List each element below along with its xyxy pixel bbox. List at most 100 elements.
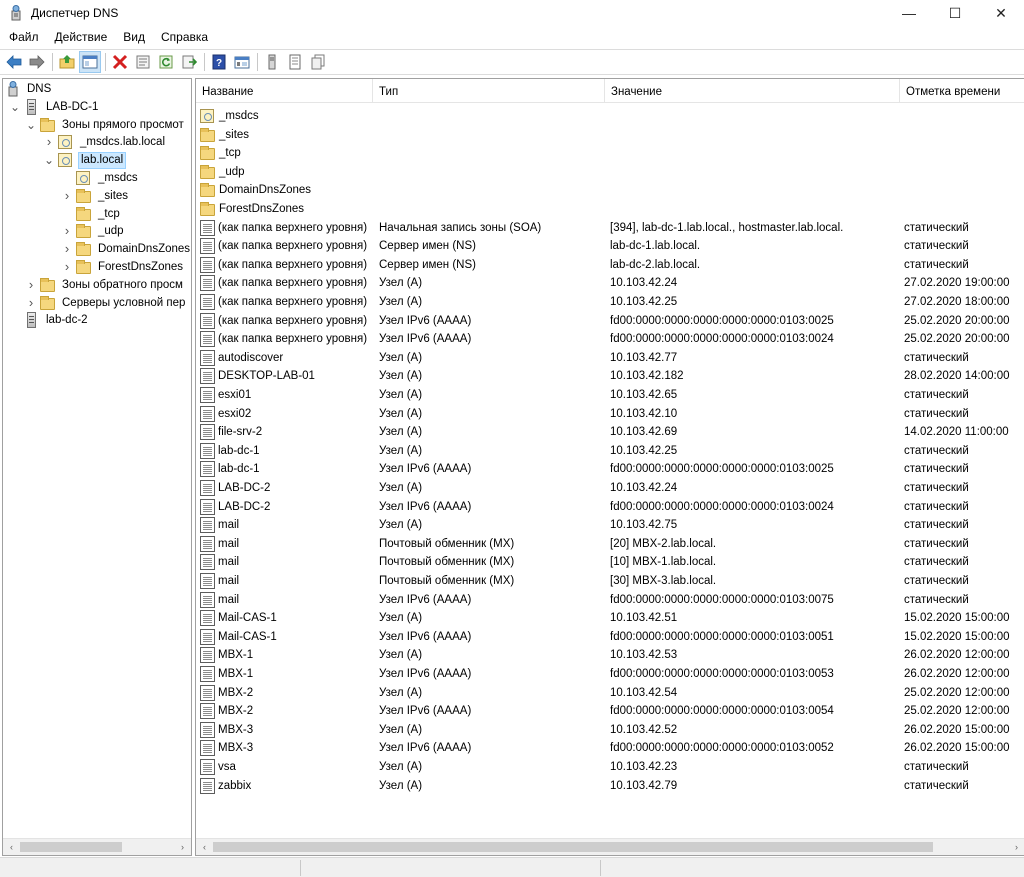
list-row[interactable]: mail Почтовый обменник (MX) [30] MBX-3.lab…: [196, 572, 1024, 591]
list-row[interactable]: MBX-1 Узел IPv6 (AAAA) fd00:0000:0000:0000…: [196, 665, 1024, 684]
scroll-right-arrow-icon[interactable]: ›: [174, 839, 191, 855]
menu-view[interactable]: Вид: [115, 27, 153, 47]
tree-item[interactable]: › _sites: [61, 187, 130, 205]
scroll-thumb[interactable]: [213, 842, 933, 852]
list-row[interactable]: (как папка верхнего уровня) Сервер имен (…: [196, 237, 1024, 256]
tree-item[interactable]: › Зоны обратного просм: [25, 276, 185, 294]
tree-item[interactable]: DNS: [5, 80, 53, 98]
list-row[interactable]: (как папка верхнего уровня) Узел (A) 10.10…: [196, 293, 1024, 312]
list-row[interactable]: (как папка верхнего уровня) Сервер имен (…: [196, 256, 1024, 275]
scroll-left-arrow-icon[interactable]: ‹: [196, 839, 213, 855]
list-row[interactable]: Mail-CAS-1 Узел IPv6 (AAAA) fd00:0000:0000…: [196, 628, 1024, 647]
back-arrow-icon[interactable]: [3, 51, 25, 73]
menu-file[interactable]: Файл: [0, 27, 47, 47]
list-row[interactable]: autodiscover Узел (A) 10.103.42.77 статичес…: [196, 349, 1024, 368]
records-list[interactable]: Название Тип Значение Отметка времени _m…: [195, 78, 1024, 856]
list-row[interactable]: MBX-2 Узел (A) 10.103.42.54 25.02.2020 12:0…: [196, 684, 1024, 703]
collapsed-chevron-icon[interactable]: ›: [25, 276, 37, 294]
list-row[interactable]: lab-dc-1 Узел (A) 10.103.42.25 статический: [196, 442, 1024, 461]
server-icon[interactable]: [261, 51, 283, 73]
expanded-chevron-icon[interactable]: ⌄: [9, 98, 21, 116]
list-row[interactable]: _sites: [196, 126, 1024, 145]
tree-item[interactable]: › Серверы условной пер: [25, 294, 187, 312]
record-type: Почтовый обменник (MX): [379, 556, 515, 569]
record-type: [379, 163, 607, 181]
list-row[interactable]: _msdcs: [196, 107, 1024, 126]
menu-action[interactable]: Действие: [47, 27, 116, 47]
tree-item[interactable]: › _udp: [61, 222, 126, 240]
list-row[interactable]: ForestDnsZones: [196, 200, 1024, 219]
tree-item-label: Серверы условной пер: [62, 296, 186, 309]
properties-icon[interactable]: [132, 51, 154, 73]
list-row[interactable]: LAB-DC-2 Узел (A) 10.103.42.24 статический: [196, 479, 1024, 498]
refresh-icon[interactable]: [155, 51, 177, 73]
list-row[interactable]: file-srv-2 Узел (A) 10.103.42.69 14.02.2020…: [196, 423, 1024, 442]
list-row[interactable]: _udp: [196, 163, 1024, 182]
tree-item[interactable]: › ForestDnsZones: [61, 258, 185, 276]
list-row[interactable]: (как папка верхнего уровня) Узел (A) 10.10…: [196, 274, 1024, 293]
tree-horizontal-scrollbar[interactable]: ‹ ›: [3, 838, 191, 855]
list-horizontal-scrollbar[interactable]: ‹ ›: [196, 838, 1024, 855]
list-row[interactable]: MBX-3 Узел (A) 10.103.42.52 26.02.2020 15:0…: [196, 721, 1024, 740]
console-tree[interactable]: DNS ⌄ LAB-DC-1 ⌄ Зоны прямого просмот › _msdcs…: [2, 78, 192, 856]
copy-icon[interactable]: [307, 51, 329, 73]
column-header-value[interactable]: Значение: [605, 79, 900, 103]
list-row[interactable]: MBX-3 Узел IPv6 (AAAA) fd00:0000:0000:0000…: [196, 739, 1024, 758]
column-header-type[interactable]: Тип: [373, 79, 605, 103]
delete-icon[interactable]: [109, 51, 131, 73]
record-type: Сервер имен (NS): [379, 240, 476, 253]
tree-item[interactable]: _tcp: [61, 205, 122, 223]
tree-item[interactable]: › _msdcs.lab.local: [43, 133, 167, 151]
collapsed-chevron-icon[interactable]: ›: [61, 187, 73, 205]
list-row[interactable]: mail Узел (A) 10.103.42.75 статический: [196, 516, 1024, 535]
list-row[interactable]: esxi01 Узел (A) 10.103.42.65 статический: [196, 386, 1024, 405]
record-name: (как папка верхнего уровня): [218, 221, 368, 234]
up-folder-icon[interactable]: [56, 51, 78, 73]
list-row[interactable]: MBX-2 Узел IPv6 (AAAA) fd00:0000:0000:0000…: [196, 702, 1024, 721]
tree-item[interactable]: _msdcs: [61, 169, 140, 187]
export-list-icon[interactable]: [178, 51, 200, 73]
collapsed-chevron-icon[interactable]: ›: [61, 222, 73, 240]
list-row[interactable]: _tcp: [196, 144, 1024, 163]
list-row[interactable]: vsa Узел (A) 10.103.42.23 статический: [196, 758, 1024, 777]
list-row[interactable]: Mail-CAS-1 Узел (A) 10.103.42.51 15.02.2020…: [196, 609, 1024, 628]
tree-item[interactable]: ⌄ lab.local: [43, 151, 127, 169]
expanded-chevron-icon[interactable]: ⌄: [25, 116, 37, 134]
list-row[interactable]: esxi02 Узел (A) 10.103.42.10 статический: [196, 405, 1024, 424]
minimize-button[interactable]: —: [886, 0, 932, 26]
scroll-thumb[interactable]: [20, 842, 122, 852]
expanded-chevron-icon[interactable]: ⌄: [43, 151, 55, 169]
list-row[interactable]: mail Почтовый обменник (MX) [10] MBX-1.lab…: [196, 553, 1024, 572]
list-row[interactable]: MBX-1 Узел (A) 10.103.42.53 26.02.2020 12:0…: [196, 646, 1024, 665]
scroll-right-arrow-icon[interactable]: ›: [1008, 839, 1024, 855]
list-row[interactable]: LAB-DC-2 Узел IPv6 (AAAA) fd00:0000:0000:0…: [196, 498, 1024, 517]
list-row[interactable]: (как папка верхнего уровня) Узел IPv6 (AA…: [196, 312, 1024, 331]
tree-item[interactable]: ⌄ Зоны прямого просмот: [25, 116, 186, 134]
list-row[interactable]: DomainDnsZones: [196, 181, 1024, 200]
tree-item[interactable]: ⌄ LAB-DC-1: [9, 98, 100, 116]
collapsed-chevron-icon[interactable]: ›: [43, 133, 55, 151]
list-row[interactable]: DESKTOP-LAB-01 Узел (A) 10.103.42.182 28.02…: [196, 367, 1024, 386]
tree-item[interactable]: › DomainDnsZones: [61, 240, 191, 258]
list-row[interactable]: mail Узел IPv6 (AAAA) fd00:0000:0000:0000:…: [196, 591, 1024, 610]
list-row[interactable]: mail Почтовый обменник (MX) [20] MBX-2.lab…: [196, 535, 1024, 554]
list-row[interactable]: (как папка верхнего уровня) Начальная зап…: [196, 219, 1024, 238]
list-row[interactable]: lab-dc-1 Узел IPv6 (AAAA) fd00:0000:0000:0…: [196, 460, 1024, 479]
close-button[interactable]: ✕: [978, 0, 1024, 26]
menu-help[interactable]: Справка: [153, 27, 216, 47]
forward-arrow-icon[interactable]: [26, 51, 48, 73]
list-row[interactable]: (как папка верхнего уровня) Узел IPv6 (AA…: [196, 330, 1024, 349]
column-header-timestamp[interactable]: Отметка времени: [900, 79, 1024, 103]
scroll-left-arrow-icon[interactable]: ‹: [3, 839, 20, 855]
view-icon[interactable]: [231, 51, 253, 73]
help-icon[interactable]: ?: [208, 51, 230, 73]
collapsed-chevron-icon[interactable]: ›: [61, 258, 73, 276]
show-hide-tree-icon[interactable]: [79, 51, 101, 73]
collapsed-chevron-icon[interactable]: ›: [61, 240, 73, 258]
maximize-button[interactable]: ☐: [932, 0, 978, 26]
collapsed-chevron-icon[interactable]: ›: [25, 294, 37, 312]
tree-item[interactable]: lab-dc-2: [9, 311, 90, 329]
column-header-name[interactable]: Название: [196, 79, 373, 103]
list-row[interactable]: zabbix Узел (A) 10.103.42.79 статический: [196, 777, 1024, 796]
record-icon[interactable]: [284, 51, 306, 73]
